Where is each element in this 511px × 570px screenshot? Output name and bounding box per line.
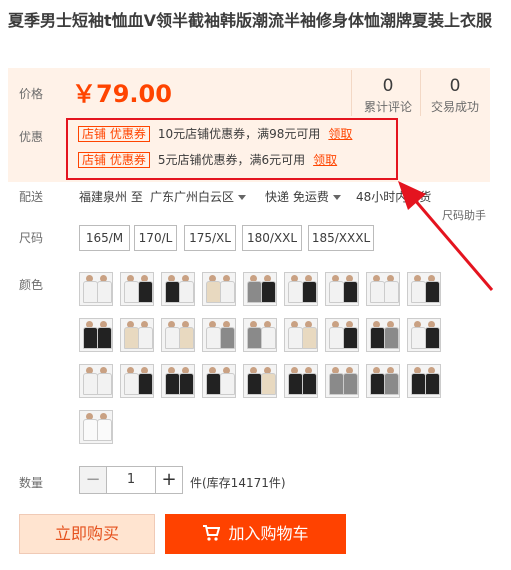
annotation-arrow [398,181,494,291]
